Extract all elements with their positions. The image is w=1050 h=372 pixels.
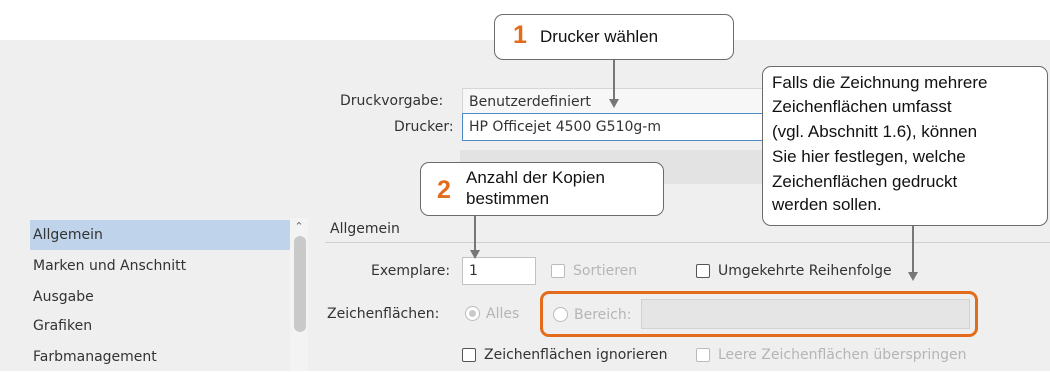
range-radio-label: Bereich: xyxy=(574,307,632,323)
skip-empty-checkbox[interactable] xyxy=(696,348,710,362)
ignore-artboards-label: Zeichenflächen ignorieren xyxy=(484,347,668,363)
artboards-label: Zeichenflächen: xyxy=(327,306,440,322)
skip-empty-label: Leere Zeichenflächen überspringen xyxy=(718,347,967,363)
callout-3-line: Falls die Zeichnung mehrere xyxy=(772,73,988,92)
all-radio-label: Alles xyxy=(486,306,520,322)
callout-2-line1: Anzahl der Kopien xyxy=(466,168,605,187)
copies-input[interactable]: 1 xyxy=(462,257,536,285)
callout-3: Falls die Zeichnung mehrere Zeichenfläch… xyxy=(762,66,1048,226)
callout-3-line: Sie hier festlegen, welche xyxy=(772,147,966,166)
collate-label: Sortieren xyxy=(573,263,638,279)
callout-3-line: Zeichenflächen gedruckt xyxy=(772,172,958,191)
callout-2-connector xyxy=(474,216,476,252)
callout-2-arrow-icon xyxy=(470,250,480,259)
sidebar-item-farbmanagement[interactable]: Farbmanagement xyxy=(30,342,290,372)
callout-3-line: werden sollen. xyxy=(772,195,882,214)
callout-3-arrow-icon xyxy=(908,272,918,281)
reverse-order-label: Umgekehrte Reihenfolge xyxy=(718,263,892,279)
all-radio[interactable] xyxy=(465,306,480,321)
sidebar-item-ausgabe[interactable]: Ausgabe xyxy=(30,282,290,312)
callout-3-line: Zeichenflächen umfasst xyxy=(772,97,952,116)
callout-2-number: 2 xyxy=(437,176,451,204)
sidebar-item-grafiken[interactable]: Grafiken xyxy=(30,311,290,341)
callout-1-number: 1 xyxy=(513,21,527,49)
callout-2: 2 Anzahl der Kopien bestimmen xyxy=(420,162,664,216)
callout-3-connector xyxy=(912,226,914,274)
printer-select[interactable]: HP Officejet 4500 G510g-m xyxy=(462,113,772,141)
callout-3-line: (vgl. Abschnitt 1.6), können xyxy=(772,122,978,141)
callout-1: 1 Drucker wählen xyxy=(494,14,734,60)
callout-2-line2: bestimmen xyxy=(466,189,550,208)
section-title: Allgemein xyxy=(330,221,400,237)
callout-1-text: Drucker wählen xyxy=(540,27,659,46)
preset-label: Druckvorgabe: xyxy=(340,93,444,109)
sidebar-item-allgemein[interactable]: Allgemein xyxy=(30,220,290,250)
reverse-order-checkbox[interactable] xyxy=(696,264,710,278)
ignore-artboards-checkbox[interactable] xyxy=(462,348,476,362)
range-radio[interactable] xyxy=(553,307,568,322)
sidebar-item-marken[interactable]: Marken und Anschnitt xyxy=(30,251,290,281)
section-divider xyxy=(325,242,1050,243)
scroll-up-icon[interactable]: ⌃ xyxy=(292,220,306,234)
callout-1-arrow-icon xyxy=(609,99,619,108)
printer-label: Drucker: xyxy=(394,119,454,135)
copies-label: Exemplare: xyxy=(371,263,451,279)
callout-1-connector xyxy=(613,60,615,101)
range-input[interactable] xyxy=(641,299,970,329)
collate-checkbox[interactable] xyxy=(551,264,565,278)
sidebar-scroll-thumb[interactable] xyxy=(294,236,306,332)
